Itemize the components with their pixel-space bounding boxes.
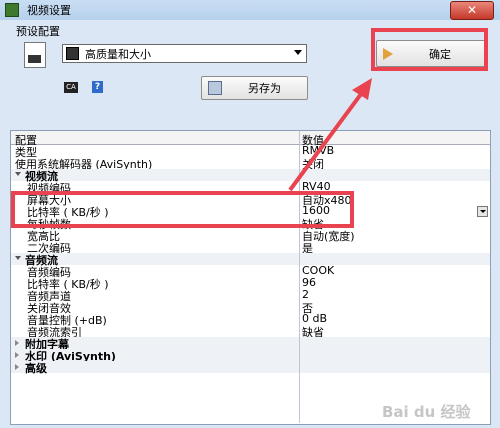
chevron-down-icon — [294, 50, 302, 55]
grid-row[interactable]: 音频流索引 缺省 — [11, 325, 490, 339]
grid-row[interactable]: 音量控制 (+dB) 0 dB — [11, 312, 490, 327]
save-as-button[interactable]: 另存为 — [201, 76, 308, 100]
grid-row[interactable]: 宽高比 自动(宽度) — [11, 229, 490, 243]
grid-row-name: 高级 — [25, 362, 47, 375]
grid-category-row[interactable]: 音频流 — [11, 253, 490, 267]
watermark: Bai du 经验 — [382, 403, 471, 421]
column-divider — [299, 131, 300, 423]
preset-selected-value: 高质量和大小 — [85, 47, 151, 61]
expand-right-icon[interactable] — [15, 340, 19, 346]
grid-category-row[interactable]: 视频流 — [11, 169, 490, 183]
cmd-icon[interactable]: CA — [64, 82, 78, 93]
save-as-label: 另存为 — [248, 82, 281, 95]
grid-category-row[interactable]: 高级 — [11, 361, 490, 375]
preset-label: 预设配置 — [16, 25, 60, 38]
expand-down-icon[interactable] — [15, 256, 21, 260]
expand-right-icon[interactable] — [15, 364, 19, 370]
grid-row[interactable]: 音频声道 2 — [11, 288, 490, 303]
grid-category-row[interactable]: 水印 (AviSynth) — [11, 349, 490, 363]
preset-select[interactable]: 高质量和大小 — [62, 44, 307, 63]
grid-header: 配置 数值 — [11, 131, 490, 147]
film-icon — [66, 47, 79, 60]
property-grid: 配置 数值 类型 RMVB 使用系统解码器 (AviSynth) 关闭 视频流 视频编码 R… — [10, 130, 491, 425]
save-icon — [208, 81, 222, 95]
value-dropdown-button[interactable] — [477, 206, 488, 217]
expand-right-icon[interactable] — [15, 352, 19, 358]
close-button[interactable]: ✕ — [450, 1, 494, 20]
window-title: 视频设置 — [27, 4, 71, 17]
highlight-settings-box — [11, 191, 354, 228]
preset-file-icon — [24, 42, 46, 68]
app-icon — [5, 3, 19, 17]
grid-row[interactable]: 比特率 ( KB/秒 ) 96 — [11, 276, 490, 291]
grid-row[interactable]: 二次编码是 — [11, 241, 490, 255]
expand-down-icon[interactable] — [15, 172, 21, 176]
help-icon[interactable]: ? — [92, 81, 103, 93]
highlight-ok-box — [371, 28, 488, 71]
grid-row[interactable]: 使用系统解码器 (AviSynth) 关闭 — [11, 157, 490, 171]
title-bar: 视频设置 ✕ — [0, 0, 500, 20]
